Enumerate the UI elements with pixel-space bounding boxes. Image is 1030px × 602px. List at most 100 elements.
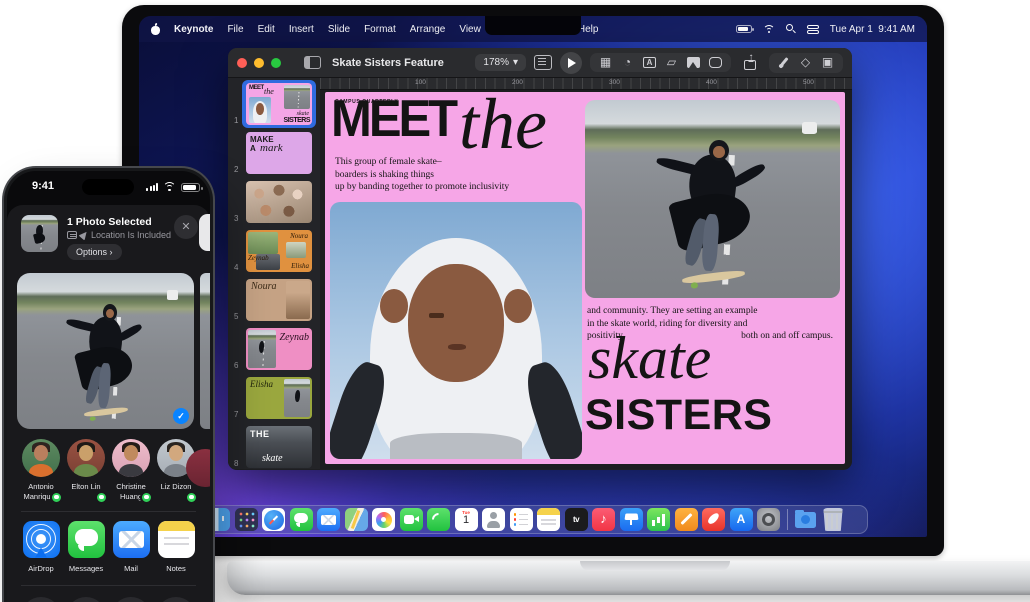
slide-headline-script[interactable]: the bbox=[459, 88, 547, 160]
text-box-icon[interactable]: A bbox=[643, 57, 656, 68]
menu-file[interactable]: File bbox=[227, 24, 243, 35]
zoom-level-control[interactable]: 178%▾ bbox=[475, 54, 526, 71]
dock-tv-icon[interactable]: tv bbox=[565, 508, 588, 531]
dock-messages-icon[interactable] bbox=[290, 508, 313, 531]
menu-view[interactable]: View bbox=[459, 24, 481, 35]
slide-8-thumbnail[interactable]: THE skate bbox=[246, 426, 312, 468]
dock-calendar-icon[interactable]: Tue 1 bbox=[455, 508, 478, 531]
dock-safari-icon[interactable] bbox=[262, 508, 285, 531]
dock-trash-icon[interactable] bbox=[822, 508, 845, 531]
messages-badge-icon bbox=[50, 491, 63, 504]
contact-elton[interactable]: Elton Lin bbox=[64, 439, 108, 502]
menu-slide[interactable]: Slide bbox=[328, 24, 350, 35]
inspector-toolbar-group: ◇ ▣ bbox=[769, 53, 843, 73]
slide-footer-script[interactable]: skate bbox=[588, 328, 711, 388]
slide-2-thumbnail[interactable]: MAKE A mark bbox=[246, 132, 312, 174]
dock-facetime-icon[interactable] bbox=[400, 508, 423, 531]
next-photo-edge[interactable] bbox=[200, 273, 210, 429]
play-button[interactable] bbox=[560, 52, 582, 74]
nav-slide-5[interactable]: 5 Noura bbox=[228, 279, 320, 321]
dock-keynote-icon[interactable] bbox=[620, 508, 643, 531]
copy-action-button[interactable] bbox=[21, 597, 61, 602]
dock-launchpad-icon[interactable] bbox=[235, 508, 258, 531]
airplay-action-button[interactable] bbox=[156, 597, 196, 602]
nav-slide-7[interactable]: 7 Elisha bbox=[228, 377, 320, 419]
share-app-messages[interactable]: Messages bbox=[64, 521, 108, 576]
table-icon[interactable]: ▦ bbox=[599, 57, 612, 68]
slide-4-thumbnail[interactable]: Noura Zeynab Elisha bbox=[246, 230, 312, 272]
dock-phone-icon[interactable] bbox=[427, 508, 450, 531]
nav-slide-6[interactable]: 6 Zeynab bbox=[228, 328, 320, 370]
share-app-notes[interactable]: Notes bbox=[154, 521, 198, 576]
dock-downloads-icon[interactable] bbox=[794, 508, 817, 531]
format-brush-icon[interactable] bbox=[778, 57, 790, 69]
document-icon[interactable]: ▣ bbox=[821, 57, 834, 68]
dock-maps-icon[interactable] bbox=[345, 508, 368, 531]
apple-menu-icon[interactable] bbox=[151, 24, 160, 35]
thumb-headline: MEET bbox=[249, 85, 264, 91]
selected-photo[interactable] bbox=[17, 273, 194, 429]
slide-1-thumbnail[interactable]: MEET the skate SISTERS bbox=[246, 83, 312, 125]
dock-numbers-icon[interactable] bbox=[647, 508, 670, 531]
portrait-photo[interactable] bbox=[330, 202, 582, 459]
scene: Keynote File Edit Insert Slide Format Ar… bbox=[0, 0, 1030, 602]
battery-icon[interactable] bbox=[736, 25, 752, 33]
dock-reminders-icon[interactable] bbox=[510, 508, 533, 531]
close-window-button[interactable] bbox=[237, 58, 247, 68]
view-sidebar-button[interactable] bbox=[304, 56, 321, 69]
macbook-base bbox=[227, 561, 1030, 595]
shape-icon[interactable]: ▱ bbox=[665, 57, 678, 68]
nav-slide-2[interactable]: 2 MAKE A mark bbox=[228, 132, 320, 174]
partial-app-icon[interactable] bbox=[199, 214, 210, 251]
menu-insert[interactable]: Insert bbox=[289, 24, 314, 35]
zoom-window-button[interactable] bbox=[271, 58, 281, 68]
share-app-airdrop[interactable]: AirDrop bbox=[19, 521, 63, 576]
slide-headline[interactable]: MEET bbox=[331, 86, 455, 154]
slide-intro-text[interactable]: This group of female skate– boarders is … bbox=[335, 156, 509, 194]
close-icon[interactable]: ✕ bbox=[174, 215, 198, 239]
options-button[interactable]: Options › bbox=[67, 244, 122, 260]
nav-slide-4[interactable]: 4 Noura Zeynab Elisha bbox=[228, 230, 320, 272]
contact-christine[interactable]: Christine Huang bbox=[109, 439, 153, 502]
contact-antonio[interactable]: Antonio Manriquez bbox=[19, 439, 63, 502]
slide-editor[interactable]: CAMPUS QUARTERLY MEET the This group of … bbox=[325, 92, 845, 464]
dock-pages-icon[interactable] bbox=[675, 508, 698, 531]
menu-clock[interactable]: Tue Apr 1 9:41 AM bbox=[830, 24, 915, 35]
nav-slide-1[interactable]: 1 MEET the skate SISTERS bbox=[228, 83, 320, 125]
road-photo[interactable] bbox=[585, 100, 840, 298]
menu-app-name[interactable]: Keynote bbox=[174, 24, 213, 35]
share-icon[interactable]: ↑ bbox=[739, 53, 761, 73]
menu-edit[interactable]: Edit bbox=[258, 24, 275, 35]
control-center-icon[interactable] bbox=[807, 25, 819, 34]
minimize-window-button[interactable] bbox=[254, 58, 264, 68]
slide-5-thumbnail[interactable]: Noura bbox=[246, 279, 312, 321]
contact-liz[interactable]: Liz Dizon bbox=[154, 439, 198, 502]
search-icon[interactable] bbox=[786, 24, 796, 34]
menu-format[interactable]: Format bbox=[364, 24, 396, 35]
nav-slide-8[interactable]: 8 THE skate bbox=[228, 426, 320, 468]
add-to-shared-album-action-button[interactable] bbox=[111, 597, 151, 602]
slide-7-thumbnail[interactable]: Elisha bbox=[246, 377, 312, 419]
comment-icon[interactable] bbox=[709, 57, 722, 68]
slide-footer-word[interactable]: SISTERS bbox=[585, 394, 773, 437]
dock-photos-icon[interactable] bbox=[372, 508, 395, 531]
dock-music-icon[interactable]: ♪ bbox=[592, 508, 615, 531]
nav-slide-3[interactable]: 3 bbox=[228, 181, 320, 223]
animate-icon[interactable]: ◇ bbox=[799, 57, 812, 68]
menu-arrange[interactable]: Arrange bbox=[410, 24, 446, 35]
dock-notes-icon[interactable] bbox=[537, 508, 560, 531]
dock-rocket-app-icon[interactable] bbox=[702, 508, 725, 531]
slide-3-thumbnail[interactable] bbox=[246, 181, 312, 223]
dock-mail-icon[interactable] bbox=[317, 508, 340, 531]
slide-6-thumbnail[interactable]: Zeynab bbox=[246, 328, 312, 370]
dock-appstore-icon[interactable]: A bbox=[730, 508, 753, 531]
add-slide-button[interactable] bbox=[534, 55, 552, 70]
share-app-mail[interactable]: Mail bbox=[109, 521, 153, 576]
messages-badge-icon bbox=[185, 491, 198, 504]
dock-contacts-icon[interactable] bbox=[482, 508, 505, 531]
add-to-album-action-button[interactable] bbox=[66, 597, 106, 602]
dock-settings-icon[interactable] bbox=[757, 508, 780, 531]
media-icon[interactable] bbox=[687, 57, 700, 68]
chart-icon[interactable]: ◔ bbox=[621, 57, 634, 68]
wifi-icon[interactable] bbox=[763, 25, 775, 34]
